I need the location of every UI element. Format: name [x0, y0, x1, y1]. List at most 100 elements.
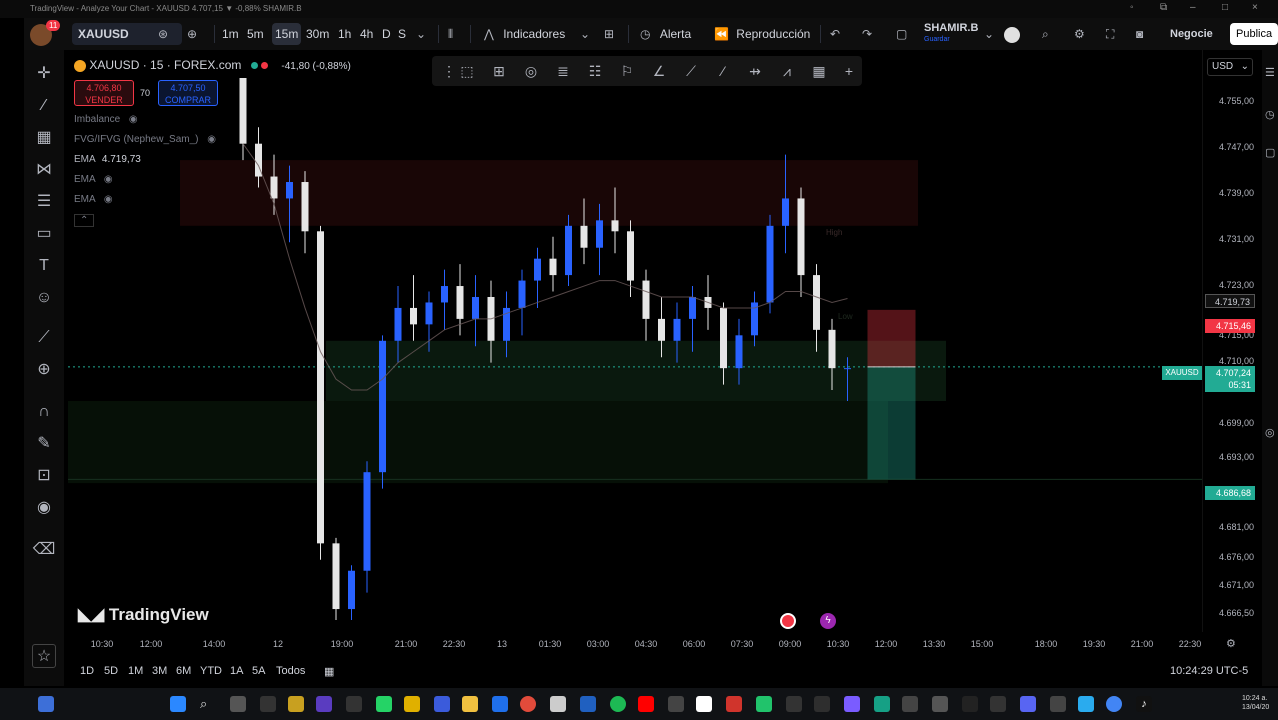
templates-icon[interactable]: ⊞ [604, 18, 614, 50]
app-icon[interactable] [260, 696, 276, 712]
pattern-icon[interactable]: ⋈ [32, 158, 56, 182]
interval-15m[interactable]: 15m [272, 23, 302, 45]
candle-body[interactable] [735, 335, 743, 369]
price-scale[interactable]: USD ⌄ 4.755,00 4.747,00 4.739,00 4.731,00 4.… [1202, 50, 1262, 632]
interval-4h[interactable]: 4h [360, 18, 373, 50]
candle-body[interactable] [797, 198, 805, 276]
legend-symbol[interactable]: XAUUSD · 15 · FOREX.com -41,80 (-0,88%) [74, 58, 351, 72]
buy-button[interactable]: 4.707,50 COMPRAR [158, 80, 218, 106]
chat-icon[interactable]: ▢ [1265, 146, 1275, 159]
candle-body[interactable] [720, 307, 727, 369]
avatar[interactable]: 11 [30, 18, 61, 50]
path-icon[interactable]: ⟋ [682, 62, 700, 80]
range-3m[interactable]: 3M [152, 665, 167, 677]
indicator-legend-ema-3[interactable]: EMA ◉ [74, 194, 113, 205]
add-tool-icon[interactable]: + [840, 62, 858, 80]
windows-start-icon[interactable] [170, 696, 186, 712]
forecast-icon[interactable]: ☰ [32, 190, 56, 214]
interval-1m[interactable]: 1m [222, 18, 239, 50]
alert-button[interactable]: ◷ Alerta [640, 18, 691, 50]
indicators-button[interactable]: ⋀ Indicadores [484, 18, 565, 50]
zoom-in-icon[interactable]: ⊕ [32, 358, 56, 382]
trend-line-icon[interactable]: ⁄ [32, 94, 56, 118]
fullscreen-icon[interactable]: ⛶ [1106, 18, 1114, 50]
search-icon[interactable]: ⌕ [1042, 18, 1049, 50]
table-icon[interactable]: ▦ [810, 62, 828, 80]
lines-icon[interactable]: ≣ [554, 62, 572, 80]
eye-icon[interactable]: ◉ [104, 174, 113, 185]
position-stop-area[interactable] [867, 309, 916, 367]
candle-body[interactable] [534, 258, 541, 281]
whatsapp-icon[interactable] [376, 696, 392, 712]
camera-icon[interactable]: ◙ [1136, 18, 1143, 50]
profile-icon[interactable] [1004, 18, 1020, 50]
eye-icon[interactable]: ◉ [207, 134, 216, 145]
crosshair-icon[interactable]: ✛ [32, 62, 56, 86]
compare-icon[interactable]: ⊛ [158, 18, 168, 50]
folder-icon[interactable] [462, 696, 478, 712]
watchlist-icon[interactable]: ☰ [1265, 66, 1275, 79]
range-5a[interactable]: 5A [252, 665, 265, 677]
candle-body[interactable] [673, 318, 681, 341]
grid-box-icon[interactable]: ⊞ [490, 62, 508, 80]
replay-button[interactable]: ⏪ Reproducción [714, 18, 810, 50]
scale-settings-icon[interactable]: ⚙ [1226, 637, 1236, 650]
candle-body[interactable] [301, 182, 309, 232]
go-to-date-icon[interactable]: ▦ [324, 665, 334, 678]
time-scale[interactable]: 10:30 12:00 14:00 12 19:00 21:00 22:30 13 01:30 0… [68, 632, 1262, 656]
candle-body[interactable] [689, 296, 696, 319]
app-icon[interactable] [844, 696, 860, 712]
shape-icon[interactable]: ▭ [32, 222, 56, 246]
candle-body[interactable] [239, 78, 247, 144]
indicator-legend-fvg[interactable]: FVG/IFVG (Nephew_Sam_) ◉ [74, 134, 216, 145]
candle-body[interactable] [828, 329, 836, 369]
chevron-down-icon[interactable]: ⌄ [416, 18, 426, 50]
undo-icon[interactable]: ↶ [830, 18, 840, 50]
candle-body[interactable] [766, 225, 774, 303]
notion-icon[interactable] [696, 696, 712, 712]
app-icon[interactable] [726, 696, 742, 712]
eye-icon[interactable]: ◉ [129, 114, 138, 125]
interval-s[interactable]: S [398, 18, 406, 50]
add-symbol-icon[interactable]: ⊕ [187, 18, 197, 50]
candle-body[interactable] [782, 198, 789, 226]
range-6m[interactable]: 6M [176, 665, 191, 677]
position-target-area[interactable] [867, 366, 916, 480]
candle-body[interactable] [379, 340, 386, 473]
interval-d[interactable]: D [382, 18, 391, 50]
clock-timezone[interactable]: 10:24:29 UTC-5 [1170, 665, 1248, 677]
window-restore-icon[interactable]: ⧉ [1160, 2, 1167, 13]
tiktok-icon[interactable]: ♪ [1136, 696, 1152, 712]
hline-icon[interactable]: ⇸ [746, 62, 764, 80]
range-all[interactable]: Todos [276, 665, 305, 677]
redo-icon[interactable]: ↷ [862, 18, 872, 50]
app-icon[interactable] [1106, 696, 1122, 712]
candle-body[interactable] [456, 286, 464, 319]
app-icon[interactable] [990, 696, 1006, 712]
app-icon[interactable] [668, 696, 684, 712]
candle-body[interactable] [441, 286, 448, 303]
candle-body[interactable] [596, 220, 603, 248]
candle-body[interactable] [549, 258, 557, 276]
fib-grid-icon[interactable]: ▦ [32, 126, 56, 150]
browser-widget-icon[interactable] [38, 696, 54, 712]
flag-icon[interactable]: ⚐ [618, 62, 636, 80]
app-icon[interactable] [550, 696, 566, 712]
candle-body[interactable] [518, 280, 526, 308]
interval-5m[interactable]: 5m [247, 18, 264, 50]
drag-handle-icon[interactable]: ⋮ [440, 62, 458, 80]
window-close-icon[interactable]: × [1252, 2, 1258, 13]
app-icon[interactable] [932, 696, 948, 712]
candle-body[interactable] [611, 220, 619, 232]
app-icon[interactable] [874, 696, 890, 712]
app-icon[interactable] [786, 696, 802, 712]
zigzag-icon[interactable]: ⩘ [778, 62, 796, 80]
app-icon[interactable] [814, 696, 830, 712]
candle-body[interactable] [642, 280, 650, 319]
candle-body[interactable] [658, 318, 665, 341]
indicator-legend-ema-2[interactable]: EMA ◉ [74, 174, 113, 185]
telegram-icon[interactable] [1078, 696, 1094, 712]
candle-body[interactable] [317, 231, 324, 544]
channel-icon[interactable]: ☷ [586, 62, 604, 80]
sell-button[interactable]: 4.706,80 VENDER [74, 80, 134, 106]
